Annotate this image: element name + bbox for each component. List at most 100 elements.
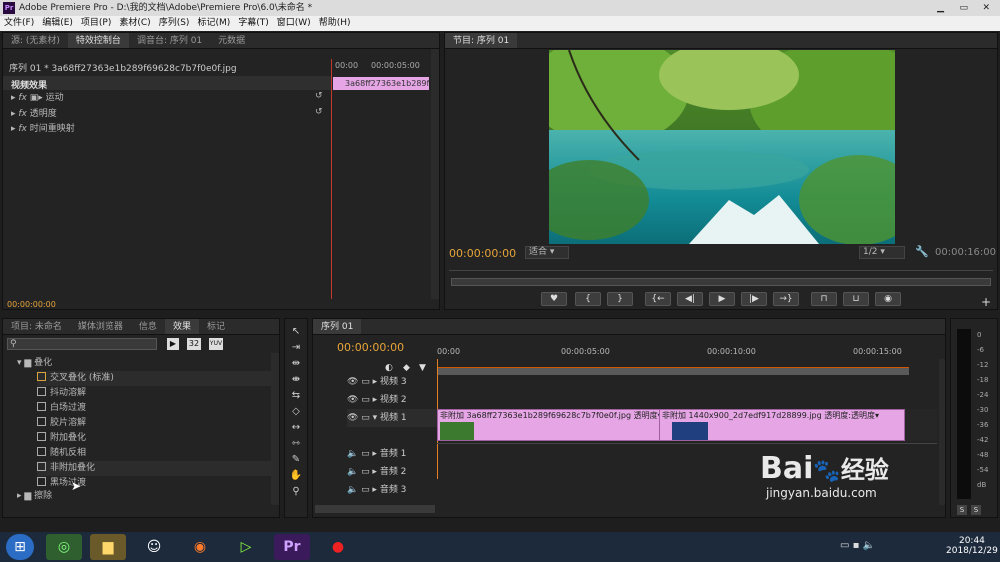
program-timecode[interactable]: 00:00:00:00 [449,247,516,260]
add-button-icon[interactable]: + [981,295,991,309]
menu-file[interactable]: 文件(F) [0,16,38,31]
program-scrollbar[interactable] [451,278,991,286]
rate-stretch-tool-icon[interactable]: ⇆ [288,389,304,403]
effect-motion[interactable]: ▸ fx ▣▸ 运动 [11,91,331,106]
track-audio-3[interactable]: 🔈 ▭ ▸ 音频 3 [347,481,443,499]
tab-effect-controls[interactable]: 特效控制台 [67,33,129,48]
clock[interactable]: 20:44 2018/12/29 [946,536,998,556]
reset-icon[interactable]: ↺ [315,91,323,101]
ripple-edit-tool-icon[interactable]: ⇹ [288,357,304,371]
tab-effects[interactable]: 效果 [164,319,199,334]
tab-sequence[interactable]: 序列 01 [313,319,362,334]
mark-in-button[interactable]: { [575,292,601,306]
wrench-icon[interactable]: 🔧 [915,245,929,258]
firefox-icon[interactable]: ◉ [182,534,218,560]
extract-button[interactable]: ⊔ [843,292,869,306]
track-video-2[interactable]: 👁 ▭ ▸ 视频 2 [347,391,443,409]
minimize-icon[interactable]: ▁ [937,0,944,16]
tab-info[interactable]: 信息 [131,319,165,334]
list-item[interactable]: 白场过渡 [37,401,273,416]
yuv-badge[interactable]: YUV [209,338,223,350]
reset-icon[interactable]: ↺ [315,107,323,117]
menu-help[interactable]: 帮助(H) [315,16,355,31]
tab-markers[interactable]: 标记 [199,319,233,334]
menu-edit[interactable]: 编辑(E) [38,16,77,31]
selection-tool-icon[interactable]: ↖ [288,325,304,339]
go-to-in-button[interactable]: {← [645,292,671,306]
lift-button[interactable]: ⊓ [811,292,837,306]
tab-media-browser[interactable]: 媒体浏览器 [70,319,131,334]
browser-icon[interactable]: ◎ [46,534,82,560]
video-clip-1[interactable]: 非附加 3a68ff27363e1b289f69628c7b7f0e0f.jpg… [437,409,669,441]
slide-tool-icon[interactable]: ⇿ [288,437,304,451]
menu-sequence[interactable]: 序列(S) [155,16,194,31]
marker-icon[interactable]: ◆ [403,363,410,373]
work-area-bar[interactable] [437,367,909,375]
effects-search-input[interactable]: ⚲ [7,338,157,350]
folder-dissolve[interactable]: ▾ ▆ 叠化 [17,356,52,371]
tab-audio-mixer[interactable]: 调音台: 序列 01 [129,33,210,48]
razor-tool-icon[interactable]: ◇ [288,405,304,419]
record-icon[interactable]: ● [320,534,356,560]
effect-opacity[interactable]: ▸ fx 透明度 [11,107,331,122]
folder-wipe[interactable]: ▸ ▆ 擦除 [17,489,52,504]
video-clip-2[interactable]: 非附加 1440x900_2d7edf917d28899.jpg 透明度:透明度… [659,409,905,441]
menu-clip[interactable]: 素材(C) [115,16,154,31]
32bit-badge[interactable]: 32 [187,338,201,350]
list-item[interactable]: 附加叠化 [37,431,273,446]
step-forward-button[interactable]: |▶ [741,292,767,306]
play-button[interactable]: ▶ [709,292,735,306]
track-select-tool-icon[interactable]: ⇥ [288,341,304,355]
list-item[interactable]: 抖动溶解 [37,386,273,401]
start-button[interactable]: ⊞ [6,534,34,560]
zoom-tool-icon[interactable]: ⚲ [288,485,304,499]
list-item[interactable]: 非附加叠化 [37,461,273,476]
effect-time-remap[interactable]: ▸ fx 时间重映射 [11,122,331,137]
slip-tool-icon[interactable]: ↔ [288,421,304,435]
list-item[interactable]: 随机反相 [37,446,273,461]
snap-icon[interactable]: ◐ [385,363,393,373]
menu-marker[interactable]: 标记(M) [193,16,234,31]
premiere-taskbar-icon[interactable]: Pr [274,534,310,560]
accelerated-effects-icon[interactable]: ▶ [167,338,179,350]
track-video-3[interactable]: 👁 ▭ ▸ 视频 3 [347,373,443,391]
track-audio-1[interactable]: 🔈 ▭ ▸ 音频 1 [347,445,443,463]
mark-out-button[interactable]: } [607,292,633,306]
menu-project[interactable]: 项目(P) [77,16,115,31]
pen-tool-icon[interactable]: ✎ [288,453,304,467]
tray-icons[interactable]: ▭ ▪ 🔈 [840,540,875,551]
folder-icon[interactable]: ▆ [90,534,126,560]
track-video-1[interactable]: 👁 ▭ ▾ 视频 1 [347,409,443,427]
tab-source[interactable]: 源: (无素材) [3,33,68,48]
keyframe-icon[interactable]: ▼ [419,363,426,373]
list-item[interactable]: 胶片溶解 [37,416,273,431]
mini-clip[interactable]: 3a68ff27363e1b289f69628c7b7f0e0f.jpg [333,77,429,90]
fit-select[interactable]: 适合 ▾ [525,246,569,259]
menu-window[interactable]: 窗口(W) [273,16,315,31]
close-icon[interactable]: ✕ [982,0,990,16]
tab-project[interactable]: 项目: 未命名 [3,319,70,334]
program-ruler[interactable] [449,265,993,271]
effects-scrollbar[interactable] [271,353,279,505]
ec-timecode[interactable]: 00:00:00:00 [7,300,56,309]
video-app-icon[interactable]: ▷ [228,534,264,560]
go-to-out-button[interactable]: →} [773,292,799,306]
quality-select[interactable]: 1/2 ▾ [859,246,905,259]
watermark-brand: Bai [760,451,814,486]
qq-icon[interactable]: ☺ [136,534,172,560]
camera-icon[interactable]: ◉ [875,292,901,306]
track-audio-2[interactable]: 🔈 ▭ ▸ 音频 2 [347,463,443,481]
maximize-icon[interactable]: ▭ [959,0,968,16]
menu-title[interactable]: 字幕(T) [234,16,273,31]
list-item[interactable]: 交叉叠化 (标准) [37,371,273,386]
solo-right-button[interactable]: S [971,505,981,515]
rolling-edit-tool-icon[interactable]: ⇼ [288,373,304,387]
marker-button[interactable]: ♥ [541,292,567,306]
tab-program[interactable]: 节目: 序列 01 [445,33,518,48]
timeline-timecode[interactable]: 00:00:00:00 [337,341,404,354]
hand-tool-icon[interactable]: ✋ [288,469,304,483]
tab-metadata[interactable]: 元数据 [210,33,253,48]
time-ruler[interactable]: 00:00 00:00:05:00 00:00:10:00 00:00:15:0… [437,347,937,377]
step-back-button[interactable]: ◀| [677,292,703,306]
timeline-zoom-bar[interactable] [315,505,435,513]
